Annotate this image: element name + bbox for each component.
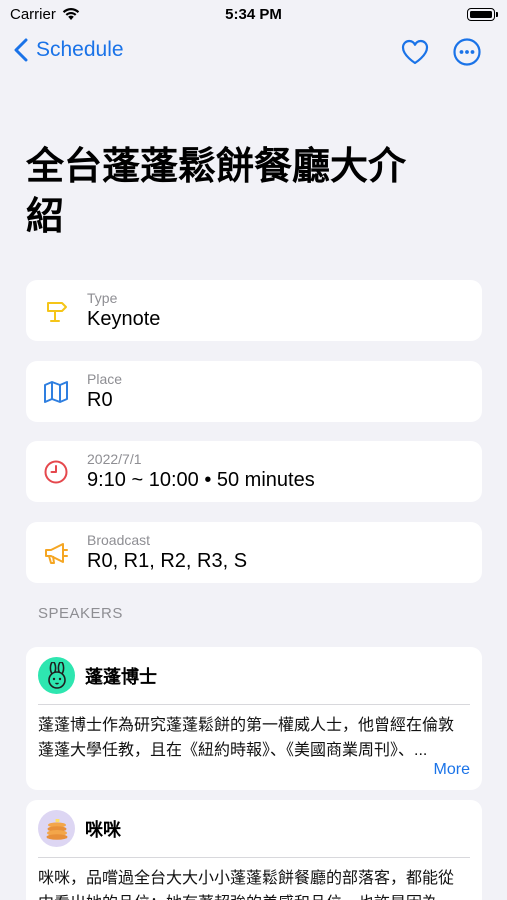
speaker-name: 咪咪 bbox=[85, 819, 121, 840]
megaphone-icon bbox=[45, 543, 68, 564]
bunny-icon bbox=[47, 661, 66, 689]
heart-icon[interactable] bbox=[400, 37, 430, 67]
type-card: Type Keynote bbox=[26, 280, 482, 341]
back-label: Schedule bbox=[36, 38, 124, 61]
carrier-group: Carrier bbox=[10, 6, 80, 23]
divider bbox=[38, 704, 470, 705]
broadcast-label: Broadcast bbox=[87, 532, 151, 548]
map-icon bbox=[44, 381, 68, 403]
speaker-header: 蓬蓬博士 bbox=[38, 657, 157, 694]
speaker-name: 蓬蓬博士 bbox=[85, 666, 157, 687]
pancake-avatar bbox=[38, 810, 75, 847]
more-options-icon[interactable] bbox=[452, 37, 482, 67]
type-value: Keynote bbox=[87, 308, 161, 330]
more-button[interactable]: More bbox=[434, 761, 470, 779]
time-card: 2022/7/1 9:10 ~ 10:00 • 50 minutes bbox=[26, 441, 482, 502]
speaker-bio: 咪咪，品嚐過全台大大小小蓬蓬鬆餅餐廳的部落客，都能從 中看出她的品位：她有著超強… bbox=[38, 866, 470, 900]
bunny-avatar bbox=[38, 657, 75, 694]
chevron-left-icon bbox=[14, 38, 28, 62]
speakers-section-header: SPEAKERS bbox=[38, 605, 123, 622]
date-label: 2022/7/1 bbox=[87, 451, 142, 467]
page-title: 全台蓬蓬鬆餅餐廳大介紹 bbox=[26, 146, 407, 238]
type-label: Type bbox=[87, 290, 118, 306]
place-label: Place bbox=[87, 371, 123, 387]
clock-icon bbox=[44, 460, 68, 484]
battery-icon bbox=[467, 7, 498, 21]
broadcast-card: Broadcast R0, R1, R2, R3, S bbox=[26, 522, 482, 583]
back-button[interactable]: Schedule bbox=[14, 38, 124, 62]
nav-bar: Schedule bbox=[0, 34, 507, 74]
speaker-header: 咪咪 bbox=[38, 810, 121, 847]
speaker-bio-line: 中看出她的品位：她有著超強的美感和品位，也許是因為 bbox=[38, 891, 470, 900]
speaker-card[interactable]: 蓬蓬博士 蓬蓬博士作為研究蓬蓬鬆餅的第一權威人士，他曾經在倫敦 蓬蓬大學任教，且… bbox=[26, 647, 482, 790]
time-value: 9:10 ~ 10:00 • 50 minutes bbox=[87, 469, 315, 491]
wifi-icon bbox=[62, 8, 80, 20]
divider bbox=[38, 857, 470, 858]
broadcast-value: R0, R1, R2, R3, S bbox=[87, 550, 248, 572]
speaker-bio-line: 蓬蓬大學任教，且在《紐約時報》、《美國商業周刊》、... bbox=[38, 742, 428, 759]
pancake-icon bbox=[46, 818, 67, 840]
carrier-label: Carrier bbox=[10, 5, 56, 23]
speaker-bio: 蓬蓬博士作為研究蓬蓬鬆餅的第一權威人士，他曾經在倫敦 蓬蓬大學任教，且在《紐約時… bbox=[38, 713, 470, 763]
status-bar: Carrier 5:34 PM bbox=[0, 0, 507, 28]
signpost-icon bbox=[47, 302, 67, 322]
speaker-card[interactable]: 咪咪 咪咪，品嚐過全台大大小小蓬蓬鬆餅餐廳的部落客，都能從 中看出她的品位：她有… bbox=[26, 800, 482, 900]
place-value: R0 bbox=[87, 389, 113, 411]
place-card: Place R0 bbox=[26, 361, 482, 422]
speaker-bio-line: 蓬蓬博士作為研究蓬蓬鬆餅的第一權威人士，他曾經在倫敦 bbox=[38, 717, 455, 734]
speaker-bio-line: 咪咪，品嚐過全台大大小小蓬蓬鬆餅餐廳的部落客，都能從 bbox=[38, 870, 455, 887]
